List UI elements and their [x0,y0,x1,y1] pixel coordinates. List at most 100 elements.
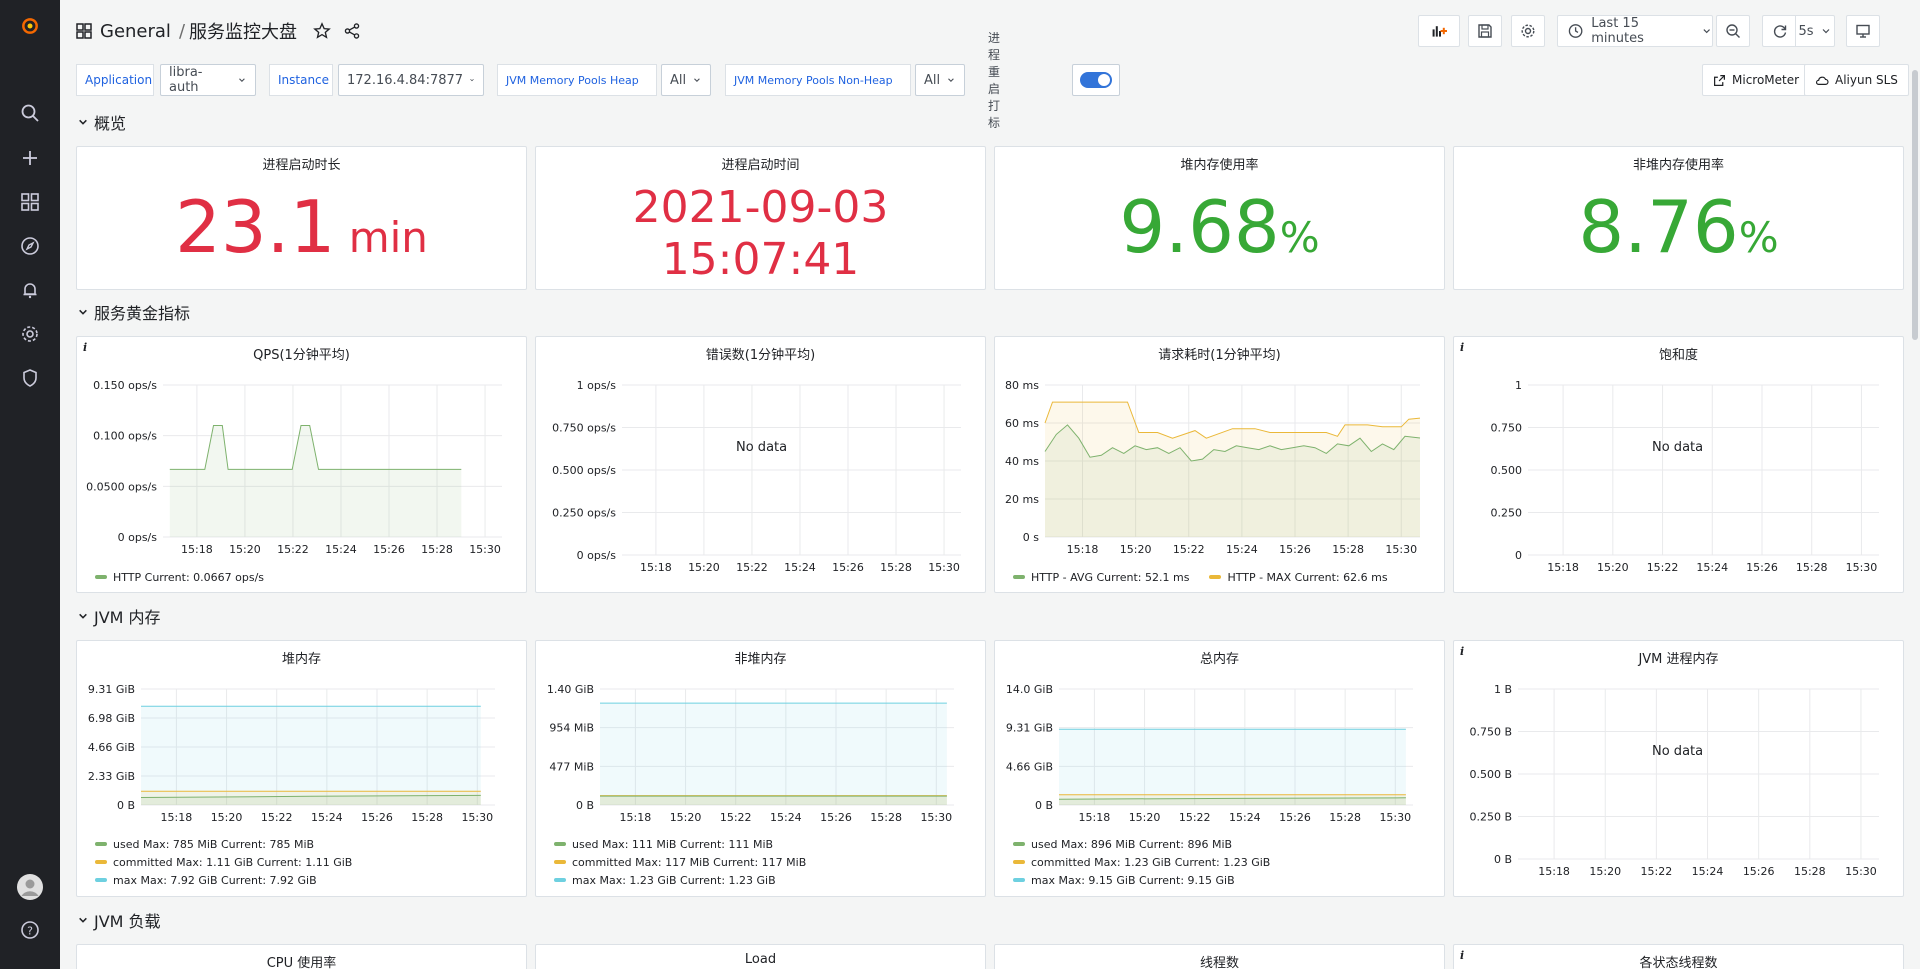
graph-panel-load[interactable]: Load [535,944,986,969]
x-tick-label: 15:26 [820,811,852,824]
legend-item[interactable]: committed Max: 1.11 GiB Current: 1.11 Gi… [95,853,352,871]
stat-panel-nonheap-usage[interactable]: 非堆内存使用率 8.76% [1453,146,1904,290]
save-dashboard-button[interactable] [1468,15,1502,47]
alerting-bell-icon[interactable] [0,270,60,310]
avatar[interactable] [0,867,60,907]
no-data-message: No data [1652,744,1704,759]
legend-item[interactable]: HTTP - MAX Current: 62.6 ms [1209,568,1388,586]
legend-text: max Max: 9.15 GiB Current: 9.15 GiB [1031,873,1235,887]
series-area-max [141,706,481,805]
graph-panel-saturation[interactable]: i 饱和度 1 0.750 0.500 0.250 0 15:18 15:20 15:22 15… [1453,336,1904,593]
stat-panel-start-time[interactable]: 进程启动时间 2021-09-03 15:07:41 [535,146,986,290]
zoom-out-button[interactable] [1716,15,1750,47]
saturation-chart: 1 0.750 0.500 0.250 0 15:18 15:20 15:22 15:24 15:… [1491,379,1879,574]
x-tick-label: 15:26 [373,543,405,556]
y-tick-label: 0 B [576,799,594,812]
plus-icon[interactable] [0,138,60,178]
x-tick-label: 15:28 [411,811,443,824]
y-tick-label: 4.66 GiB [1006,760,1053,773]
x-tick-label: 15:26 [361,811,393,824]
row-golden-metrics[interactable]: 服务黄金指标 [78,300,190,324]
tv-mode-button[interactable] [1846,15,1880,47]
y-tick-label: 0 [1515,549,1522,562]
legend-item[interactable]: committed Max: 1.23 GiB Current: 1.23 Gi… [1013,853,1270,871]
application-select[interactable]: libra-auth [160,64,256,96]
legend-text: max Max: 1.23 GiB Current: 1.23 GiB [572,873,776,887]
time-range-picker[interactable]: Last 15 minutes [1557,15,1713,47]
graph-panel-cpu[interactable]: CPU 使用率 [76,944,527,969]
row-jvm-load[interactable]: JVM 负载 [78,908,161,932]
legend-swatch [1209,575,1222,579]
grafana-logo-icon[interactable] [0,6,60,46]
refresh-button[interactable] [1762,15,1796,47]
breadcrumb: General / 服务监控大盘 [76,18,361,44]
x-tick-label: 15:18 [1067,543,1099,556]
chevron-down-icon [239,78,245,83]
explore-compass-icon[interactable] [0,226,60,266]
graph-panel-total-memory[interactable]: 总内存 14.0 GiB 9.31 GiB 4.66 GiB 0 B 15:18 15:2… [994,640,1445,897]
dashboards-icon[interactable] [0,182,60,222]
legend-item[interactable]: committed Max: 117 MiB Current: 117 MiB [554,853,806,871]
graph-panel-thread-states[interactable]: i 各状态线程数 [1453,944,1904,969]
legend-item[interactable]: max Max: 7.92 GiB Current: 7.92 GiB [95,871,352,889]
graph-panel-qps[interactable]: i QPS(1分钟平均) 0.150 ops/s 0.100 ops/s 0.050… [76,336,527,593]
graph-panel-process-memory[interactable]: i JVM 进程内存 1 B 0.750 B 0.500 B 0.250 B0 B 15… [1453,640,1904,897]
y-tick-label: 0.100 ops/s [93,430,157,443]
legend-item[interactable]: used Max: 896 MiB Current: 896 MiB [1013,835,1270,853]
y-tick-label: 0.500 [1491,464,1523,477]
row-jvm-memory[interactable]: JVM 内存 [78,604,161,628]
search-icon[interactable] [0,93,60,133]
y-tick-label: 0 B [1035,799,1053,812]
legend-text: committed Max: 1.11 GiB Current: 1.11 Gi… [113,855,353,869]
micrometer-link[interactable]: MicroMeter [1702,64,1811,96]
heap-pools-select[interactable]: All [661,64,711,96]
legend-item[interactable]: HTTP Current: 0.0667 ops/s [95,568,264,586]
legend-text: used Max: 896 MiB Current: 896 MiB [1031,837,1233,851]
share-icon[interactable] [343,22,361,40]
series-area-max [600,703,947,805]
aliyun-sls-link[interactable]: Aliyun SLS [1804,64,1909,96]
x-tick-label: 15:22 [1641,865,1673,878]
settings-gear-icon[interactable] [0,314,60,354]
legend-item[interactable]: HTTP - AVG Current: 52.1 ms [1013,568,1189,586]
monitor-icon [1856,24,1870,38]
application-select-value: libra-auth [169,65,203,95]
instance-select[interactable]: 172.16.4.84:7877 [338,64,484,96]
help-icon[interactable]: ? [0,910,60,950]
graph-panel-latency[interactable]: 请求耗时(1分钟平均) 80 ms 60 ms 40 ms 20 ms 0 s 15:18… [994,336,1445,593]
graph-panel-nonheap[interactable]: 非堆内存 1.40 GiB 954 MiB 477 MiB 0 B 15:18 15:20… [535,640,986,897]
y-tick-label: 40 ms [1005,455,1039,468]
legend-text: HTTP - MAX Current: 62.6 ms [1227,570,1388,584]
stat-value: 9.68% [995,185,1444,280]
folder-link[interactable]: General [100,21,171,42]
star-icon[interactable] [313,22,331,40]
stat-number: 23.1 [175,185,336,269]
row-title-overview: 概览 [94,114,127,133]
no-data-message: No data [736,440,788,455]
dashboard-settings-button[interactable] [1511,15,1545,47]
legend-swatch [554,842,566,846]
legend-item[interactable]: max Max: 1.23 GiB Current: 1.23 GiB [554,871,806,889]
shield-icon[interactable] [0,358,60,398]
page-scrollbar[interactable] [1912,70,1918,340]
nonheap-pools-select-value: All [924,72,941,88]
legend-item[interactable]: used Max: 111 MiB Current: 111 MiB [554,835,806,853]
nonheap-pools-select[interactable]: All [915,64,965,96]
restart-marker-toggle[interactable] [1072,64,1120,96]
x-tick-label: 15:28 [870,811,902,824]
graph-panel-threads[interactable]: 线程数 [994,944,1445,969]
page-title[interactable]: 服务监控大盘 [189,18,297,44]
stat-panel-heap-usage[interactable]: 堆内存使用率 9.68% [994,146,1445,290]
panel-title: Load [744,952,777,967]
graph-panel-heap[interactable]: 堆内存 9.31 GiB 6.98 GiB 4.66 GiB 2.33 GiB 0 B1… [76,640,527,897]
add-panel-button[interactable] [1418,15,1460,47]
refresh-interval-picker[interactable]: 5s [1795,15,1835,47]
legend-item[interactable]: max Max: 9.15 GiB Current: 9.15 GiB [1013,871,1270,889]
stat-panel-uptime[interactable]: 进程启动时长 23.1 min [76,146,527,290]
legend-text: committed Max: 117 MiB Current: 117 MiB [572,855,807,869]
row-title-jvm-load: JVM 负载 [94,912,161,931]
graph-panel-errors[interactable]: 错误数(1分钟平均) 1 ops/s 0.750 ops/s 0.500 ops/s… [535,336,986,593]
chevron-down-icon [79,309,87,315]
row-overview[interactable]: 概览 [78,110,126,134]
legend-item[interactable]: used Max: 785 MiB Current: 785 MiB [95,835,352,853]
